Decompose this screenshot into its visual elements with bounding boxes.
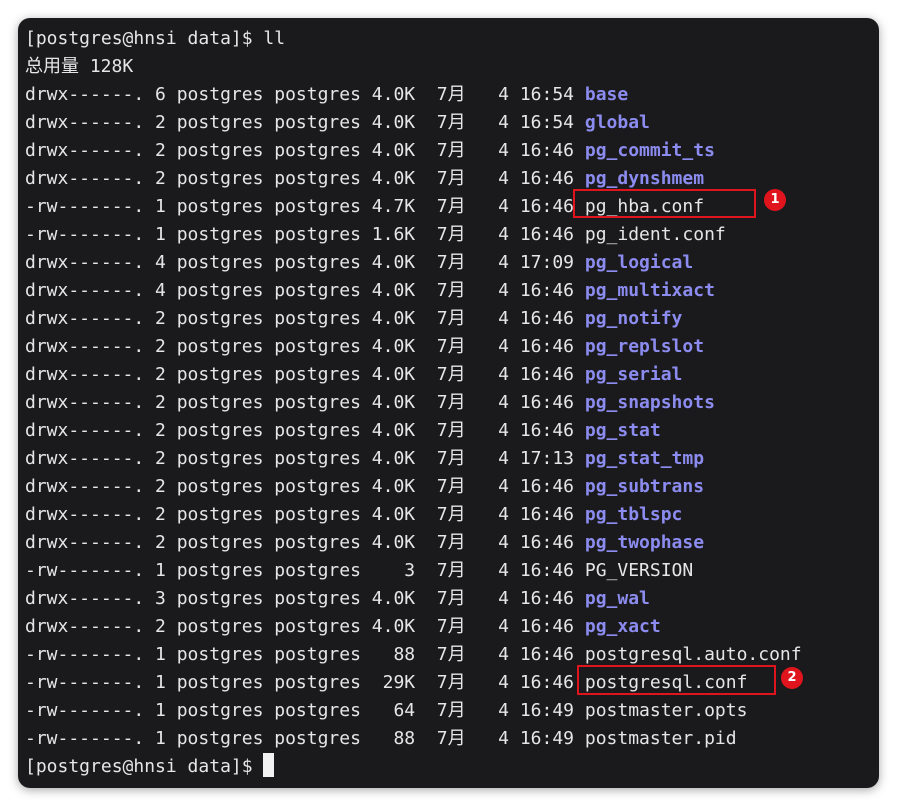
file-meta: -rw-------. 1 postgres postgres 4.7K 7月 …	[25, 196, 585, 217]
directory-name: pg_notify	[584, 308, 683, 329]
file-meta: drwx------. 2 postgres postgres 4.0K 7月 …	[25, 616, 585, 637]
file-meta: drwx------. 4 postgres postgres 4.0K 7月 …	[25, 280, 585, 301]
listing-row: drwx------. 2 postgres postgres 4.0K 7月 …	[25, 529, 879, 557]
directory-name: pg_twophase	[584, 532, 705, 553]
listing-row: drwx------. 2 postgres postgres 4.0K 7月 …	[25, 613, 879, 641]
file-meta: drwx------. 2 postgres postgres 4.0K 7月 …	[25, 504, 585, 525]
listing-row: drwx------. 2 postgres postgres 4.0K 7月 …	[25, 501, 879, 529]
file-meta: -rw-------. 1 postgres postgres 64 7月 4 …	[25, 700, 585, 721]
file-meta: drwx------. 4 postgres postgres 4.0K 7月 …	[25, 252, 585, 273]
directory-name: pg_tblspc	[584, 504, 683, 525]
listing-row: -rw-------. 1 postgres postgres 88 7月 4 …	[25, 725, 879, 753]
listing-row: drwx------. 2 postgres postgres 4.0K 7月 …	[25, 305, 879, 333]
directory-name: global	[584, 112, 650, 133]
directory-name: pg_stat_tmp	[584, 448, 705, 469]
file-meta: drwx------. 3 postgres postgres 4.0K 7月 …	[25, 588, 585, 609]
listing-row: drwx------. 2 postgres postgres 4.0K 7月 …	[25, 389, 879, 417]
file-meta: drwx------. 2 postgres postgres 4.0K 7月 …	[25, 392, 585, 413]
file-meta: drwx------. 2 postgres postgres 4.0K 7月 …	[25, 112, 585, 133]
file-listing: drwx------. 6 postgres postgres 4.0K 7月 …	[25, 81, 879, 753]
command-line: [postgres@hnsi data]$ ll	[25, 28, 286, 49]
listing-row: drwx------. 2 postgres postgres 4.0K 7月 …	[25, 473, 879, 501]
directory-name: base	[584, 84, 629, 105]
directory-name: pg_snapshots	[584, 392, 715, 413]
listing-row: drwx------. 2 postgres postgres 4.0K 7月 …	[25, 361, 879, 389]
file-name: postgresql.auto.conf	[584, 644, 802, 665]
listing-row: drwx------. 3 postgres postgres 4.0K 7月 …	[25, 585, 879, 613]
file-meta: -rw-------. 1 postgres postgres 1.6K 7月 …	[25, 224, 585, 245]
listing-row: drwx------. 2 postgres postgres 4.0K 7月 …	[25, 417, 879, 445]
file-meta: drwx------. 2 postgres postgres 4.0K 7月 …	[25, 448, 585, 469]
directory-name: pg_wal	[584, 588, 650, 609]
terminal-window[interactable]: [postgres@hnsi data]$ ll 总用量 128K drwx--…	[18, 18, 879, 788]
file-meta: -rw-------. 1 postgres postgres 29K 7月 4…	[25, 672, 585, 693]
listing-row: -rw-------. 1 postgres postgres 1.6K 7月 …	[25, 221, 879, 249]
listing-row: -rw-------. 1 postgres postgres 64 7月 4 …	[25, 697, 879, 725]
file-meta: drwx------. 2 postgres postgres 4.0K 7月 …	[25, 532, 585, 553]
file-name: PG_VERSION	[584, 560, 694, 581]
file-name: pg_ident.conf	[584, 224, 726, 245]
prompt-line[interactable]: [postgres@hnsi data]$	[25, 753, 879, 781]
file-meta: drwx------. 6 postgres postgres 4.0K 7月 …	[25, 84, 585, 105]
directory-name: pg_stat	[584, 420, 661, 441]
file-meta: -rw-------. 1 postgres postgres 88 7月 4 …	[25, 728, 585, 749]
directory-name: pg_replslot	[584, 336, 705, 357]
directory-name: pg_multixact	[584, 280, 715, 301]
file-meta: drwx------. 2 postgres postgres 4.0K 7月 …	[25, 336, 585, 357]
listing-row: drwx------. 2 postgres postgres 4.0K 7月 …	[25, 137, 879, 165]
listing-row: drwx------. 2 postgres postgres 4.0K 7月 …	[25, 333, 879, 361]
directory-name: pg_serial	[584, 364, 683, 385]
listing-row: drwx------. 4 postgres postgres 4.0K 7月 …	[25, 277, 879, 305]
listing-row: drwx------. 4 postgres postgres 4.0K 7月 …	[25, 249, 879, 277]
highlight-box-2	[577, 665, 776, 695]
listing-row: -rw-------. 1 postgres postgres 3 7月 4 1…	[25, 557, 879, 585]
directory-name: pg_logical	[584, 252, 694, 273]
directory-name: pg_commit_ts	[584, 140, 715, 161]
total-size-line: 总用量 128K	[25, 56, 134, 77]
cursor	[263, 753, 275, 777]
file-meta: -rw-------. 1 postgres postgres 3 7月 4 1…	[25, 560, 585, 581]
listing-row: drwx------. 2 postgres postgres 4.0K 7月 …	[25, 445, 879, 473]
file-meta: drwx------. 2 postgres postgres 4.0K 7月 …	[25, 140, 585, 161]
annotation-badge-2: 2	[781, 667, 803, 689]
highlight-box-1	[573, 189, 756, 218]
directory-name: pg_xact	[584, 616, 661, 637]
file-meta: drwx------. 2 postgres postgres 4.0K 7月 …	[25, 364, 585, 385]
prompt: [postgres@hnsi data]$	[25, 756, 264, 777]
file-meta: -rw-------. 1 postgres postgres 88 7月 4 …	[25, 644, 585, 665]
file-meta: drwx------. 2 postgres postgres 4.0K 7月 …	[25, 420, 585, 441]
listing-row: drwx------. 6 postgres postgres 4.0K 7月 …	[25, 81, 879, 109]
directory-name: pg_subtrans	[584, 476, 705, 497]
file-name: postmaster.pid	[584, 728, 737, 749]
listing-row: drwx------. 2 postgres postgres 4.0K 7月 …	[25, 109, 879, 137]
file-meta: drwx------. 2 postgres postgres 4.0K 7月 …	[25, 308, 585, 329]
file-meta: drwx------. 2 postgres postgres 4.0K 7月 …	[25, 168, 585, 189]
file-name: postmaster.opts	[584, 700, 748, 721]
file-meta: drwx------. 2 postgres postgres 4.0K 7月 …	[25, 476, 585, 497]
annotation-badge-1: 1	[764, 189, 786, 211]
directory-name: pg_dynshmem	[584, 168, 705, 189]
